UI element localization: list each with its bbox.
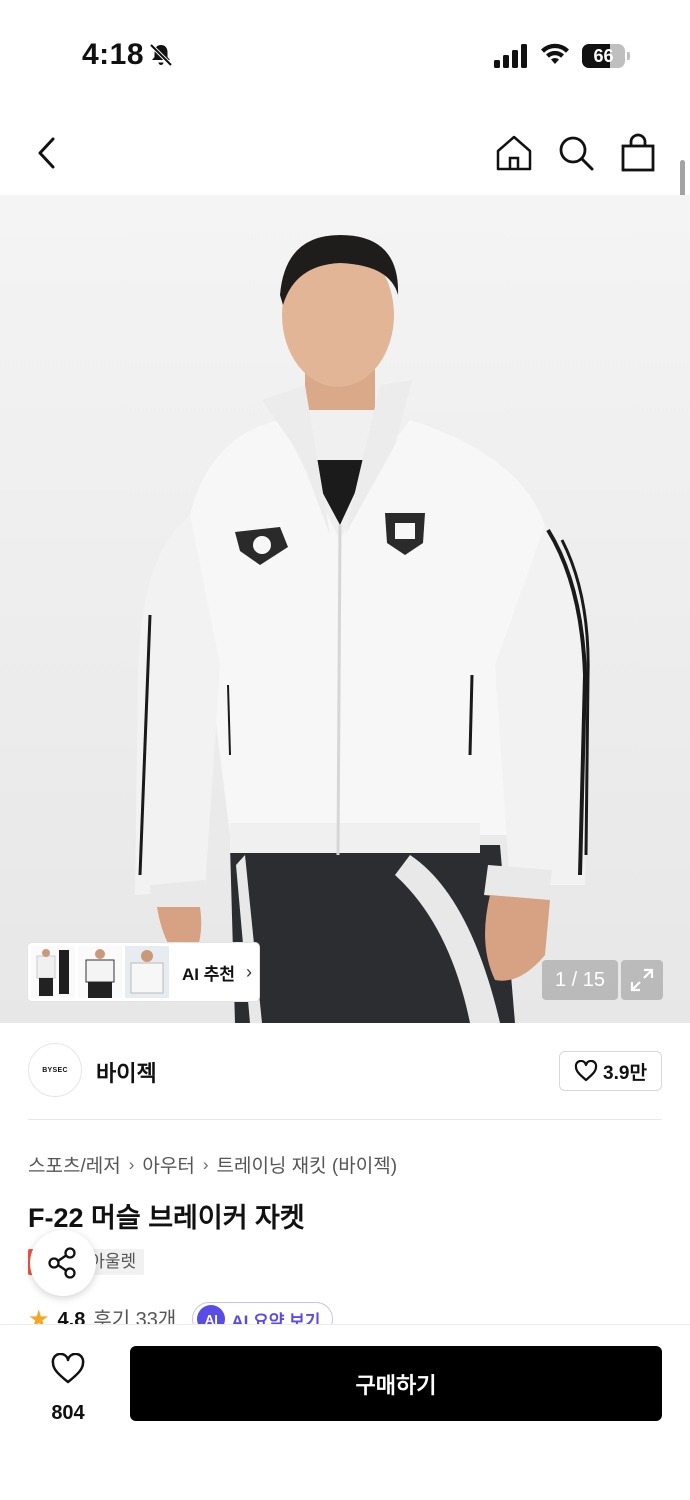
battery-level: 66 — [593, 46, 614, 66]
expand-icon — [630, 968, 654, 992]
share-button[interactable] — [30, 1230, 96, 1296]
bell-off-icon — [149, 43, 173, 67]
expand-image-button[interactable] — [621, 960, 663, 1000]
heart-icon — [51, 1353, 85, 1384]
wishlist-count: 804 — [51, 1402, 85, 1424]
status-bar: 4:18 66 — [0, 0, 690, 110]
wishlist-button[interactable]: 804 — [28, 1349, 108, 1425]
brand-logo[interactable]: BYSEC — [28, 1043, 82, 1097]
cart-button[interactable] — [615, 130, 661, 176]
home-button[interactable] — [491, 130, 537, 176]
recommend-thumbnail — [125, 946, 169, 998]
top-nav — [0, 110, 690, 195]
cellular-signal-icon — [494, 44, 527, 68]
ai-badge-icon: AI — [197, 1305, 226, 1324]
breadcrumb-item[interactable]: 스포츠/레저 — [28, 1151, 121, 1178]
breadcrumb-item[interactable]: 아우터 — [142, 1151, 194, 1178]
brand-logo-text: BYSEC — [42, 1066, 68, 1074]
search-icon — [559, 136, 594, 171]
image-page-counter: 1 / 15 — [542, 960, 618, 1000]
ai-recommend-label: AI 추천 — [182, 964, 236, 984]
chevron-right-icon: › — [128, 1154, 135, 1174]
status-time: 4:18 — [82, 38, 145, 71]
shopping-bag-icon — [621, 133, 655, 172]
breadcrumb: 스포츠/레저 › 아우터 › 트레이닝 재킷 (바이젝) — [28, 1151, 397, 1178]
brand-like-button[interactable]: 3.9만 — [559, 1051, 662, 1091]
buy-button[interactable]: 구매하기 — [130, 1346, 662, 1421]
bottom-action-bar: 804 구매하기 — [0, 1324, 690, 1500]
product-title: F-22 머슬 브레이커 자켓 — [28, 1203, 305, 1233]
chevron-right-icon: › — [246, 961, 253, 982]
ai-summary-button[interactable]: AI AI 요약 보기 — [192, 1302, 334, 1325]
brand-row: BYSEC 바이젝 3.9만 — [28, 1043, 662, 1099]
star-icon: ★ — [28, 1306, 50, 1324]
search-button[interactable] — [553, 130, 599, 176]
product-photo — [135, 235, 590, 1023]
brand-like-count: 3.9만 — [603, 1062, 647, 1084]
review-count-link[interactable]: 후기 33개 — [93, 1306, 176, 1324]
heart-icon — [574, 1060, 598, 1082]
recommend-thumbnail — [31, 946, 75, 998]
ai-recommend-button[interactable]: AI 추천 › — [28, 943, 259, 1001]
buy-button-label: 구매하기 — [355, 1372, 437, 1398]
chevron-right-icon: › — [202, 1154, 209, 1174]
product-image-gallery[interactable] — [0, 195, 690, 1023]
divider — [28, 1119, 662, 1120]
home-icon — [496, 135, 532, 171]
rating-score: 4.8 — [57, 1309, 86, 1324]
ai-summary-label: AI 요약 보기 — [231, 1311, 321, 1325]
breadcrumb-item[interactable]: 트레이닝 재킷 (바이젝) — [216, 1151, 397, 1178]
wifi-icon — [541, 43, 569, 64]
share-icon — [48, 1247, 76, 1279]
rating-row: ★ 4.8 후기 33개 AI AI 요약 보기 — [28, 1302, 334, 1325]
battery-icon: 66 — [582, 44, 630, 68]
back-button[interactable] — [24, 130, 70, 176]
chevron-left-icon — [38, 137, 55, 169]
recommend-thumbnail — [78, 946, 122, 998]
brand-name[interactable]: 바이젝 — [96, 1056, 157, 1088]
